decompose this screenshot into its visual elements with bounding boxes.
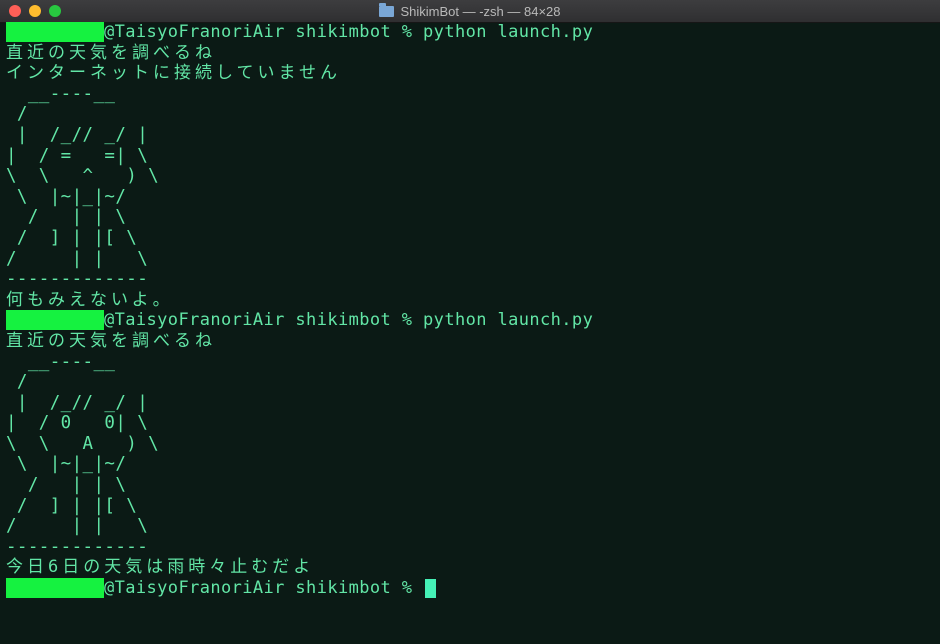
output-line: 今日6日の天気は雨時々止むだよ — [6, 557, 315, 578]
ascii-art-line: / | | \ — [6, 516, 149, 537]
ascii-art-line: ------------- — [6, 536, 149, 557]
prompt-host: @TaisyoFranoriAir shikimbot % — [104, 310, 424, 331]
ascii-art-line: / ] | |[ \ — [6, 227, 138, 248]
ascii-art-line: / ] | |[ \ — [6, 495, 138, 516]
ascii-art-line: \ |~|_|~/ — [6, 454, 127, 475]
ascii-art-line: / | | \ — [6, 248, 149, 269]
prompt-line-active[interactable]: @TaisyoFranoriAir shikimbot % — [6, 578, 934, 599]
prompt-host: @TaisyoFranoriAir shikimbot % — [104, 22, 424, 42]
terminal-window: ShikimBot — -zsh — 84×28 @TaisyoFranoriA… — [0, 0, 940, 644]
command-text: python launch.py — [423, 310, 594, 331]
output-line: 直近の天気を調べるね — [6, 330, 216, 351]
ascii-art-line: / — [6, 372, 28, 393]
text-cursor — [425, 578, 437, 598]
ascii-art-line: __----__ — [6, 83, 116, 104]
zoom-button[interactable] — [49, 5, 61, 17]
ascii-art-line: | /_// _/ | — [6, 392, 149, 413]
ascii-art-line: \ \ ^ ) \ — [6, 166, 160, 187]
prompt-line: @TaisyoFranoriAir shikimbot % python lau… — [6, 310, 934, 331]
ascii-art-line: | / = =| \ — [6, 145, 149, 166]
terminal-output[interactable]: @TaisyoFranoriAir shikimbot % python lau… — [0, 22, 940, 644]
ascii-art-line: __----__ — [6, 351, 116, 372]
ascii-art-line: ------------- — [6, 269, 149, 290]
ascii-art-line: | / 0 0| \ — [6, 413, 149, 434]
ascii-art-line: | /_// _/ | — [6, 124, 149, 145]
prompt-line: @TaisyoFranoriAir shikimbot % python lau… — [6, 22, 934, 43]
folder-icon — [379, 2, 395, 17]
prompt-host: @TaisyoFranoriAir shikimbot % — [104, 578, 424, 599]
output-line: インターネットに接続していません — [6, 63, 341, 84]
title-bar: ShikimBot — -zsh — 84×28 — [0, 0, 940, 23]
output-line: 何もみえないよ。 — [6, 289, 174, 310]
ascii-art-line: \ |~|_|~/ — [6, 186, 127, 207]
redacted-username — [6, 22, 104, 42]
command-text: python launch.py — [423, 22, 594, 42]
window-controls — [9, 5, 61, 17]
redacted-username — [6, 310, 104, 331]
minimize-button[interactable] — [29, 5, 41, 17]
ascii-art-line: / | | \ — [6, 475, 127, 496]
output-line: 直近の天気を調べるね — [6, 42, 216, 63]
ascii-art-line: / | | \ — [6, 207, 127, 228]
ascii-art-line: / — [6, 104, 28, 125]
close-button[interactable] — [9, 5, 21, 17]
ascii-art-line: \ \ A ) \ — [6, 433, 160, 454]
window-title: ShikimBot — -zsh — 84×28 — [379, 2, 561, 19]
window-title-text: ShikimBot — -zsh — 84×28 — [400, 3, 561, 19]
redacted-username — [6, 578, 104, 599]
